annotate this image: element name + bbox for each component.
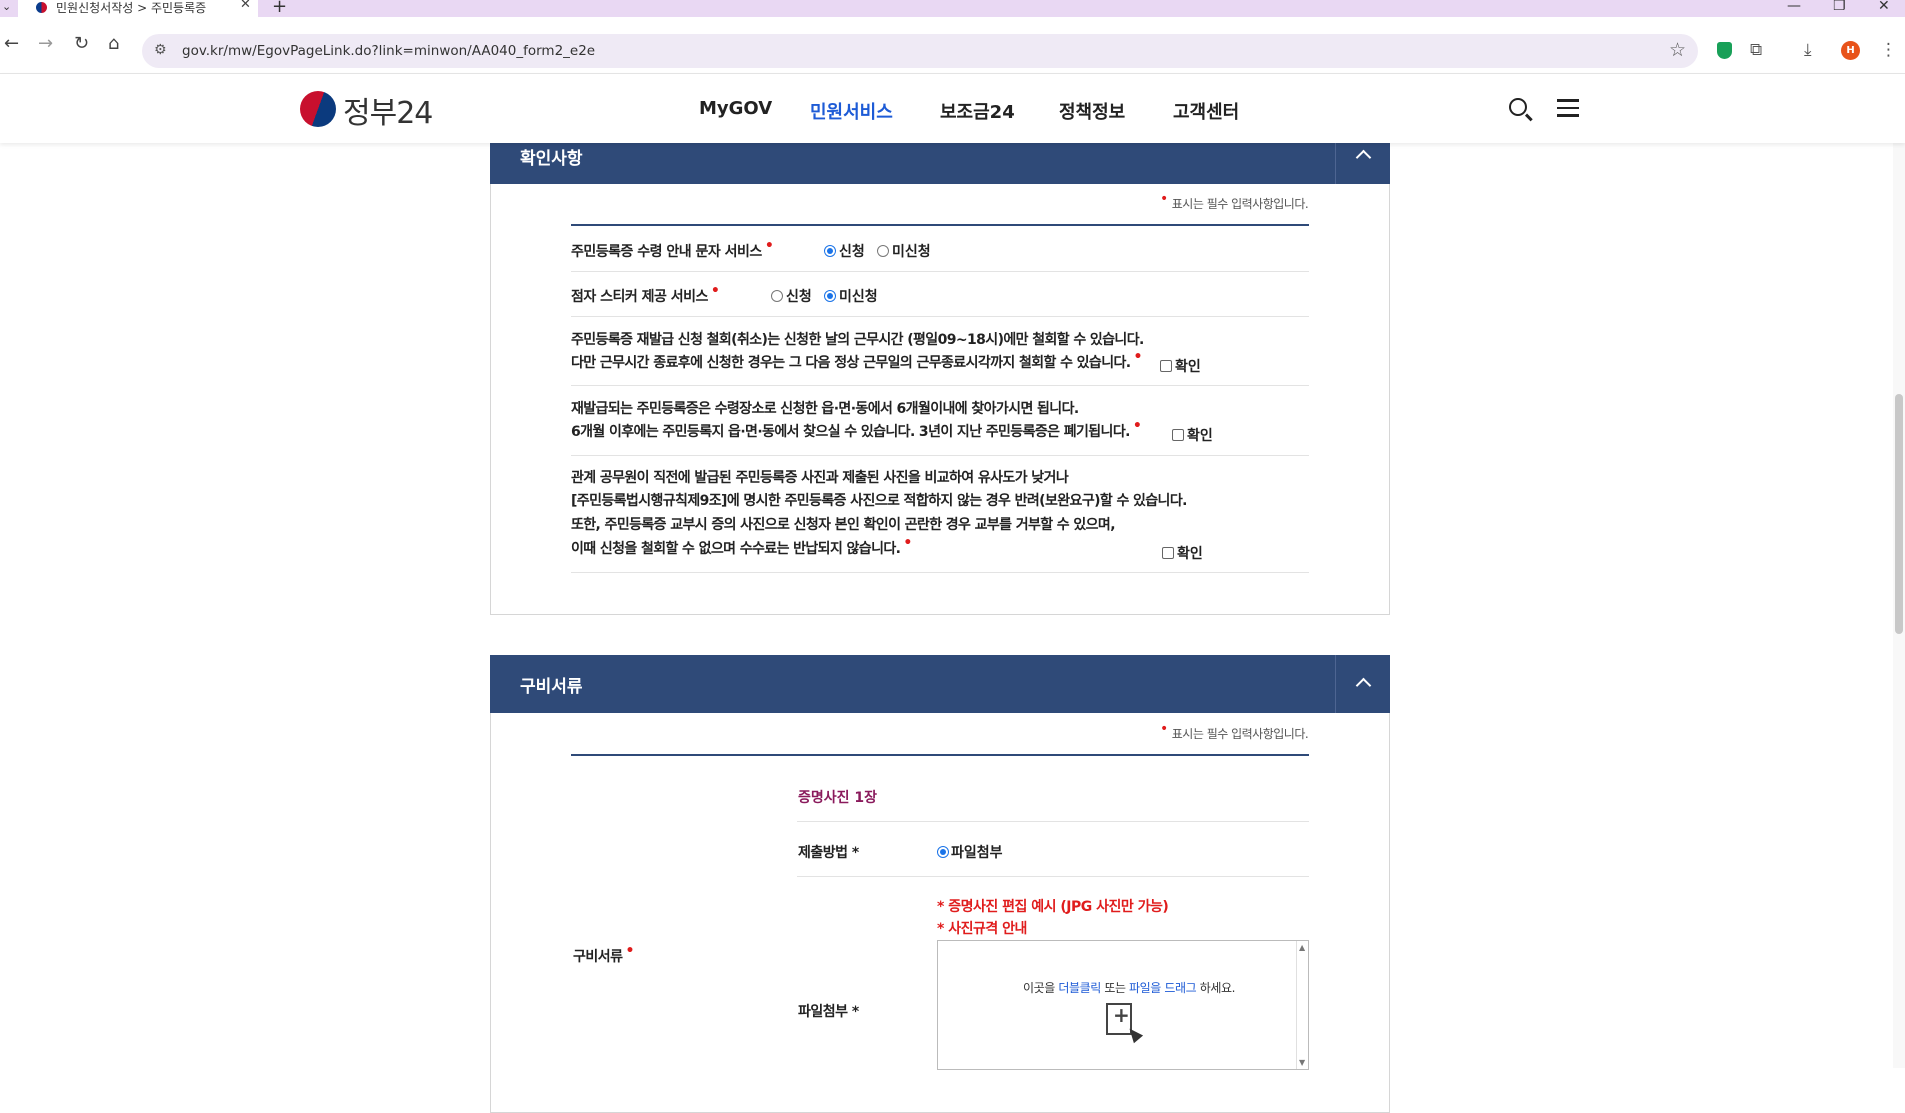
gov24-logo-icon[interactable] <box>300 91 336 127</box>
nav-civil-service[interactable]: 민원서비스 <box>810 98 893 124</box>
notice3-line2: [주민등록법시행규칙제9조]에 명시한 주민등록증 사진으로 적합하지 않는 경… <box>571 493 1187 509</box>
braille-decline-label[interactable]: 미신청 <box>839 286 878 306</box>
back-arrow-icon[interactable]: ← <box>4 33 19 54</box>
url-text[interactable]: gov.kr/mw/EgovPageLink.do?link=minwon/AA… <box>182 43 595 59</box>
photo-example-link[interactable]: * 증명사진 편집 예시 (JPG 사진만 가능) <box>937 896 1169 916</box>
notice2-line1: 재발급되는 주민등록증은 수령장소로 신청한 읍·면·동에서 6개월이내에 찾아… <box>571 401 1079 417</box>
notice1-confirm-checkbox[interactable] <box>1160 360 1172 372</box>
tab-close-icon[interactable]: ✕ <box>240 0 251 12</box>
divider <box>571 271 1309 272</box>
minimize-icon[interactable]: — <box>1787 0 1801 14</box>
notice2-confirm-label[interactable]: 확인 <box>1187 425 1213 445</box>
divider <box>571 316 1309 317</box>
tab-search-chevron-icon[interactable]: ⌄ <box>2 0 11 13</box>
notice3-confirm-label[interactable]: 확인 <box>1177 543 1203 563</box>
confirm-section-title: 확인사항 <box>520 149 583 169</box>
file-attach-label: 파일첨부 * <box>798 1004 859 1020</box>
drop-zone-instruction: 이곳을 더블클릭 또는 파일을 드래그 하세요. <box>1023 981 1236 995</box>
address-bar[interactable]: ⚙ gov.kr/mw/EgovPageLink.do?link=minwon/… <box>142 34 1698 68</box>
notice1-line1: 주민등록증 재발급 신청 철회(취소)는 신청한 날의 근무시간 (평일09~1… <box>571 332 1144 348</box>
sms-decline-radio[interactable] <box>877 245 889 257</box>
sms-decline-label[interactable]: 미신청 <box>892 241 931 261</box>
required-note: • 표시는 필수 입력사항입니다. <box>1160 721 1309 741</box>
nav-mygov[interactable]: MyGOV <box>699 98 772 119</box>
sms-service-label: 주민등록증 수령 안내 문자 서비스 • <box>571 238 774 260</box>
profile-avatar[interactable]: H <box>1841 41 1860 60</box>
notice2-line2: 6개월 이후에는 주민등록지 읍·면·동에서 찾으실 수 있습니다. 3년이 지… <box>571 418 1142 440</box>
nav-policy-info[interactable]: 정책정보 <box>1059 98 1125 124</box>
divider <box>571 572 1309 573</box>
gov24-favicon-icon <box>36 2 47 13</box>
notice2-confirm-checkbox[interactable] <box>1172 429 1184 441</box>
scrollbar-thumb[interactable] <box>1895 394 1903 634</box>
docs-section-toggle[interactable] <box>1335 655 1390 713</box>
photo-rule-link[interactable]: * 사진규격 안내 <box>937 918 1027 938</box>
docs-section-header: 구비서류 <box>490 655 1390 713</box>
file-drop-zone[interactable]: 이곳을 더블클릭 또는 파일을 드래그 하세요. ▲ ▼ <box>937 940 1309 1070</box>
home-icon[interactable]: ⌂ <box>108 33 119 54</box>
close-window-icon[interactable]: ✕ <box>1878 0 1890 14</box>
docs-row-label: 구비서류 • <box>573 943 635 965</box>
notice1-line2: 다만 근무시간 종료후에 신청한 경우는 그 다음 정상 근무일의 근무종료시각… <box>571 349 1142 371</box>
search-icon[interactable] <box>1509 98 1527 116</box>
restore-icon[interactable]: ❐ <box>1833 0 1846 14</box>
notice3-line4: 이때 신청을 철회할 수 없으며 수수료는 반납되지 않습니다. • <box>571 535 912 557</box>
sms-apply-label[interactable]: 신청 <box>839 241 865 261</box>
divider <box>571 385 1309 386</box>
site-info-icon[interactable]: ⚙ <box>154 42 167 58</box>
divider <box>571 455 1309 456</box>
braille-apply-label[interactable]: 신청 <box>786 286 812 306</box>
chevron-up-icon <box>1355 677 1372 694</box>
divider <box>571 224 1309 226</box>
notice1-confirm-label[interactable]: 확인 <box>1175 356 1201 376</box>
new-tab-plus-icon[interactable]: + <box>272 0 287 17</box>
download-icon[interactable]: ⤓ <box>1804 40 1812 60</box>
page-scrollbar[interactable]: ▲ <box>1893 74 1905 1068</box>
doc-name: 증명사진 1장 <box>798 790 878 806</box>
notice3-line3: 또한, 주민등록증 교부시 증의 사진으로 신청자 본인 확인이 곤란한 경우 … <box>571 517 1116 533</box>
submit-method-label: 제출방법 * <box>798 845 859 861</box>
site-header: 정부24 MyGOV 민원서비스 보조금24 정책정보 고객센터 <box>0 74 1905 143</box>
nav-subsidy24[interactable]: 보조금24 <box>940 98 1015 124</box>
file-attach-radio[interactable] <box>937 846 949 858</box>
braille-service-label: 점자 스티커 제공 서비스 • <box>571 283 720 305</box>
drop-zone-scrollbar[interactable]: ▲ ▼ <box>1296 941 1308 1069</box>
divider <box>797 821 1309 822</box>
divider <box>797 876 1309 877</box>
chevron-up-icon <box>1355 149 1372 166</box>
browser-menu-dots-icon[interactable]: ⋮ <box>1880 40 1897 60</box>
required-note: • 표시는 필수 입력사항입니다. <box>1160 191 1309 211</box>
browser-tab[interactable]: 민원신청서작성 > 주민등록증 ✕ <box>18 0 258 17</box>
site-logo[interactable]: 정부24 <box>343 88 433 132</box>
shield-extension-icon[interactable] <box>1717 42 1732 59</box>
braille-decline-radio[interactable] <box>824 290 836 302</box>
reload-icon[interactable]: ↻ <box>74 33 89 54</box>
browser-tab-strip: ⌄ 민원신청서작성 > 주민등록증 ✕ + — ❐ ✕ <box>0 0 1905 17</box>
docs-section-title: 구비서류 <box>520 677 583 697</box>
file-attach-option[interactable]: 파일첨부 <box>951 842 1003 862</box>
notice3-line1: 관계 공무원이 직전에 발급된 주민등록증 사진과 제출된 사진을 비교하여 유… <box>571 470 1069 486</box>
bookmark-star-icon[interactable]: ☆ <box>1669 39 1686 61</box>
nav-customer-center[interactable]: 고객센터 <box>1173 98 1239 124</box>
divider <box>571 754 1309 756</box>
sms-apply-radio[interactable] <box>824 245 836 257</box>
browser-toolbar: ← → ↻ ⌂ ⚙ gov.kr/mw/EgovPageLink.do?link… <box>0 17 1905 74</box>
tab-title: 민원신청서작성 > 주민등록증 <box>56 1 207 15</box>
hamburger-menu-icon[interactable] <box>1557 99 1579 117</box>
notice3-confirm-checkbox[interactable] <box>1162 547 1174 559</box>
forward-arrow-icon[interactable]: → <box>38 33 53 54</box>
extensions-puzzle-icon[interactable]: ⧉ <box>1750 40 1762 60</box>
braille-apply-radio[interactable] <box>771 290 783 302</box>
